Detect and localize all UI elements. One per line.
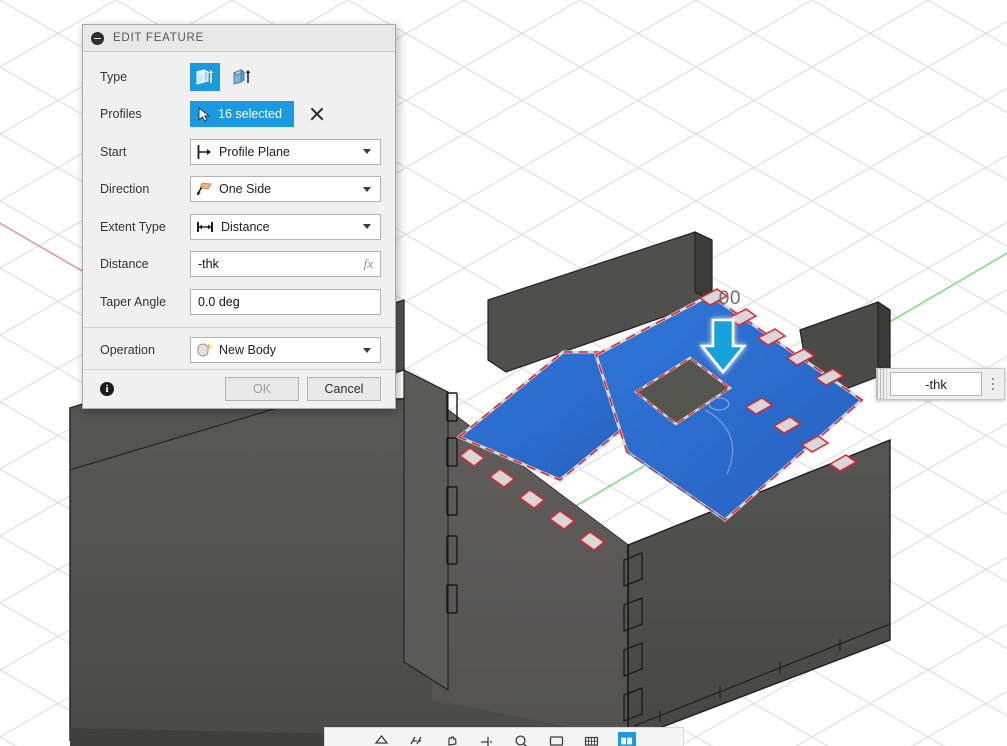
minus-circle-icon[interactable] xyxy=(91,31,104,45)
taper-angle-input[interactable]: 0.0 deg xyxy=(190,288,381,315)
fx-icon[interactable]: fx xyxy=(364,256,373,272)
dialog-divider xyxy=(83,326,395,328)
chevron-down-icon[interactable] xyxy=(363,149,371,155)
floating-distance-value[interactable]: -thk xyxy=(890,372,982,396)
profiles-selection-chip[interactable]: 16 selected xyxy=(190,101,294,128)
chevron-down-icon[interactable] xyxy=(363,186,371,192)
extrude-thin-icon[interactable] xyxy=(227,63,257,91)
chevron-down-icon[interactable] xyxy=(363,347,371,353)
row-distance: Distance -thk fx xyxy=(83,246,395,284)
row-type: Type xyxy=(83,58,395,96)
zoom-window-icon[interactable] xyxy=(513,732,531,746)
label-profiles: Profiles xyxy=(100,107,142,122)
viewports-icon[interactable] xyxy=(617,732,636,746)
chevron-down-icon[interactable] xyxy=(363,224,371,230)
edit-feature-dialog[interactable]: EDIT FEATURE Type Profiles 16 selected S… xyxy=(82,24,396,409)
row-direction: Direction One Side xyxy=(83,171,395,209)
ok-button[interactable]: OK xyxy=(225,377,299,401)
dialog-titlebar[interactable]: EDIT FEATURE xyxy=(83,25,395,52)
operation-value: New Body xyxy=(219,343,276,358)
kebab-menu-icon[interactable] xyxy=(985,369,1004,399)
look-at-icon[interactable] xyxy=(408,732,426,746)
extent-type-dropdown[interactable]: Distance xyxy=(190,213,381,240)
operation-dropdown[interactable]: New Body xyxy=(190,337,381,364)
row-start: Start Profile Plane xyxy=(83,133,395,171)
pan-icon[interactable] xyxy=(443,732,461,746)
type-option-group[interactable] xyxy=(190,62,257,91)
extent-type-value: Distance xyxy=(221,219,270,234)
cancel-button[interactable]: Cancel xyxy=(307,377,381,401)
label-extent-type: Extent Type xyxy=(100,219,166,234)
dialog-body: Type Profiles 16 selected Start Profile … xyxy=(83,52,395,369)
profiles-value: 16 selected xyxy=(218,107,282,122)
dialog-title: EDIT FEATURE xyxy=(113,32,204,44)
label-distance: Distance xyxy=(100,257,149,272)
label-direction: Direction xyxy=(100,182,150,197)
zoom-icon[interactable] xyxy=(478,732,496,746)
drag-grip-icon[interactable] xyxy=(877,369,887,399)
cursor-arrow-icon xyxy=(198,106,211,122)
row-operation: Operation New Body xyxy=(83,332,395,370)
new-body-icon xyxy=(197,343,212,357)
distance-input[interactable]: -thk fx xyxy=(190,251,381,278)
profile-plane-icon xyxy=(197,144,211,159)
one-side-arrow-icon xyxy=(196,182,212,196)
row-extent-type: Extent Type Distance xyxy=(83,208,395,246)
grid-snap-icon[interactable] xyxy=(583,732,601,746)
row-taper-angle: Taper Angle 0.0 deg xyxy=(83,283,395,321)
dialog-footer: i OK Cancel xyxy=(83,369,395,408)
start-value: Profile Plane xyxy=(219,144,290,159)
label-start: Start xyxy=(100,144,127,159)
fusion-viewport-window: .00 -thk EDIT FEATURE Type Profiles 16 s… xyxy=(0,0,1007,746)
dimension-label: .00 xyxy=(713,288,741,309)
close-x-icon[interactable] xyxy=(307,104,327,124)
direction-value: One Side xyxy=(219,182,272,197)
info-icon[interactable]: i xyxy=(100,382,114,396)
label-operation: Operation xyxy=(100,343,155,358)
direction-dropdown[interactable]: One Side xyxy=(190,176,381,203)
distance-icon xyxy=(197,221,213,232)
distance-value: -thk xyxy=(198,257,219,272)
floating-distance-input[interactable]: -thk xyxy=(876,368,1005,400)
display-settings-icon[interactable] xyxy=(548,732,566,746)
extrude-solid-icon[interactable] xyxy=(190,62,220,91)
label-taper-angle: Taper Angle xyxy=(100,294,167,309)
start-dropdown[interactable]: Profile Plane xyxy=(190,138,381,165)
label-type: Type xyxy=(100,69,128,84)
taper-angle-value: 0.0 deg xyxy=(198,294,240,309)
row-profiles: Profiles 16 selected xyxy=(83,96,395,134)
view-toolbar[interactable] xyxy=(324,727,684,746)
orbit-icon[interactable] xyxy=(373,732,391,746)
